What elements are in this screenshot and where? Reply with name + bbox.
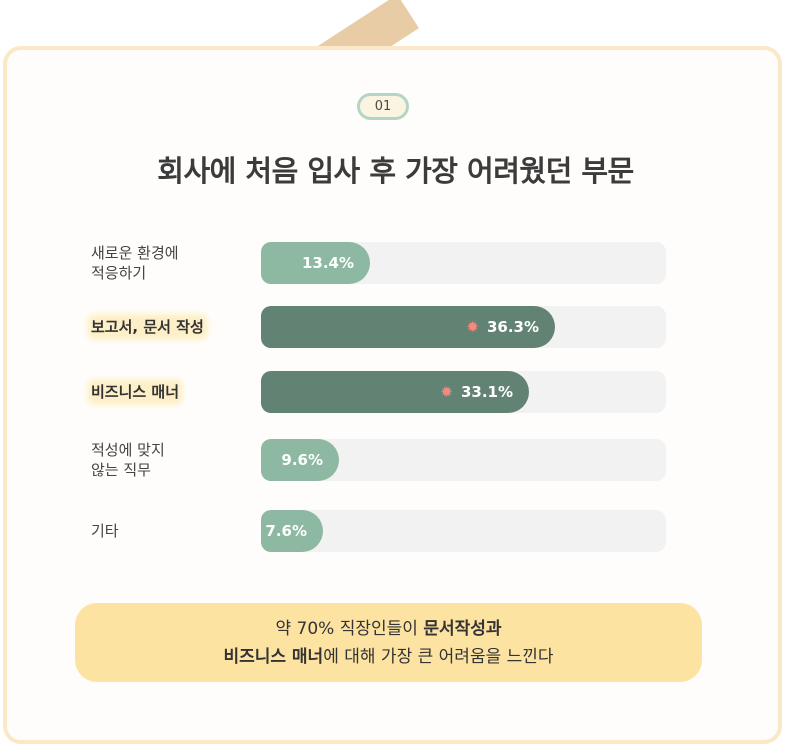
category-label: 보고서, 문서 작성 [91,317,241,337]
category-label-text: 기타 [91,522,119,540]
bar-track: ✹ 33.1% [261,371,666,413]
highlight-burst-icon: ✹ [466,318,479,336]
category-label-text: 적응하기 [91,264,147,282]
bar: 7.6% [261,510,323,552]
bar-track: 7.6% [261,510,666,552]
category-label-line: 보고서, 문서 작성 [91,317,241,337]
category-label: 비즈니스 매너 [91,382,241,402]
category-label-line: 적성에 맞지 [91,440,241,460]
bar: 13.4% [261,242,370,284]
bar: 9.6% [261,439,339,481]
category-label-line: 적응하기 [91,263,241,283]
bar-value-label: 9.6% [281,451,323,469]
category-label-text: 비즈니스 매너 [91,383,180,401]
bar-value-label: 36.3% [486,318,539,336]
summary-line-1-text: 약 70% 직장인들이 [275,618,424,639]
bar-value-label: 33.1% [460,383,513,401]
bar-value-label: 13.4% [301,254,354,272]
category-label-line: 않는 직무 [91,460,241,480]
summary-line-1-bold: 문서작성과 [423,618,502,639]
summary-line-2-text: 에 대해 가장 큰 어려움을 느낀다 [323,646,554,667]
category-label-text: 않는 직무 [91,461,151,479]
bar-track: 9.6% [261,439,666,481]
bar-value-label: 7.6% [265,522,307,540]
category-label-line: 새로운 환경에 [91,243,241,263]
bar-track: ✹ 36.3% [261,306,666,348]
summary-line-2-bold: 비즈니스 매너 [223,646,324,667]
category-label: 새로운 환경에적응하기 [91,243,241,283]
highlight-burst-icon: ✹ [440,383,453,401]
summary-line-1: 약 70% 직장인들이 문서작성과 [275,615,501,643]
section-number-badge: 01 [357,93,409,120]
category-label: 적성에 맞지않는 직무 [91,440,241,480]
category-label-text: 새로운 환경에 [91,244,179,262]
category-label-text: 보고서, 문서 작성 [91,318,204,336]
chart-title: 회사에 처음 입사 후 가장 어려웠던 부문 [157,154,634,188]
bar-track: 13.4% [261,242,666,284]
category-label-text: 적성에 맞지 [91,441,165,459]
category-label: 기타 [91,521,241,541]
summary-line-2: 비즈니스 매너에 대해 가장 큰 어려움을 느낀다 [223,643,553,671]
summary-note: 약 70% 직장인들이 문서작성과 비즈니스 매너에 대해 가장 큰 어려움을 … [75,603,702,682]
category-label-line: 기타 [91,521,241,541]
bar: ✹ 33.1% [261,371,529,413]
category-label-line: 비즈니스 매너 [91,382,241,402]
bar: ✹ 36.3% [261,306,555,348]
